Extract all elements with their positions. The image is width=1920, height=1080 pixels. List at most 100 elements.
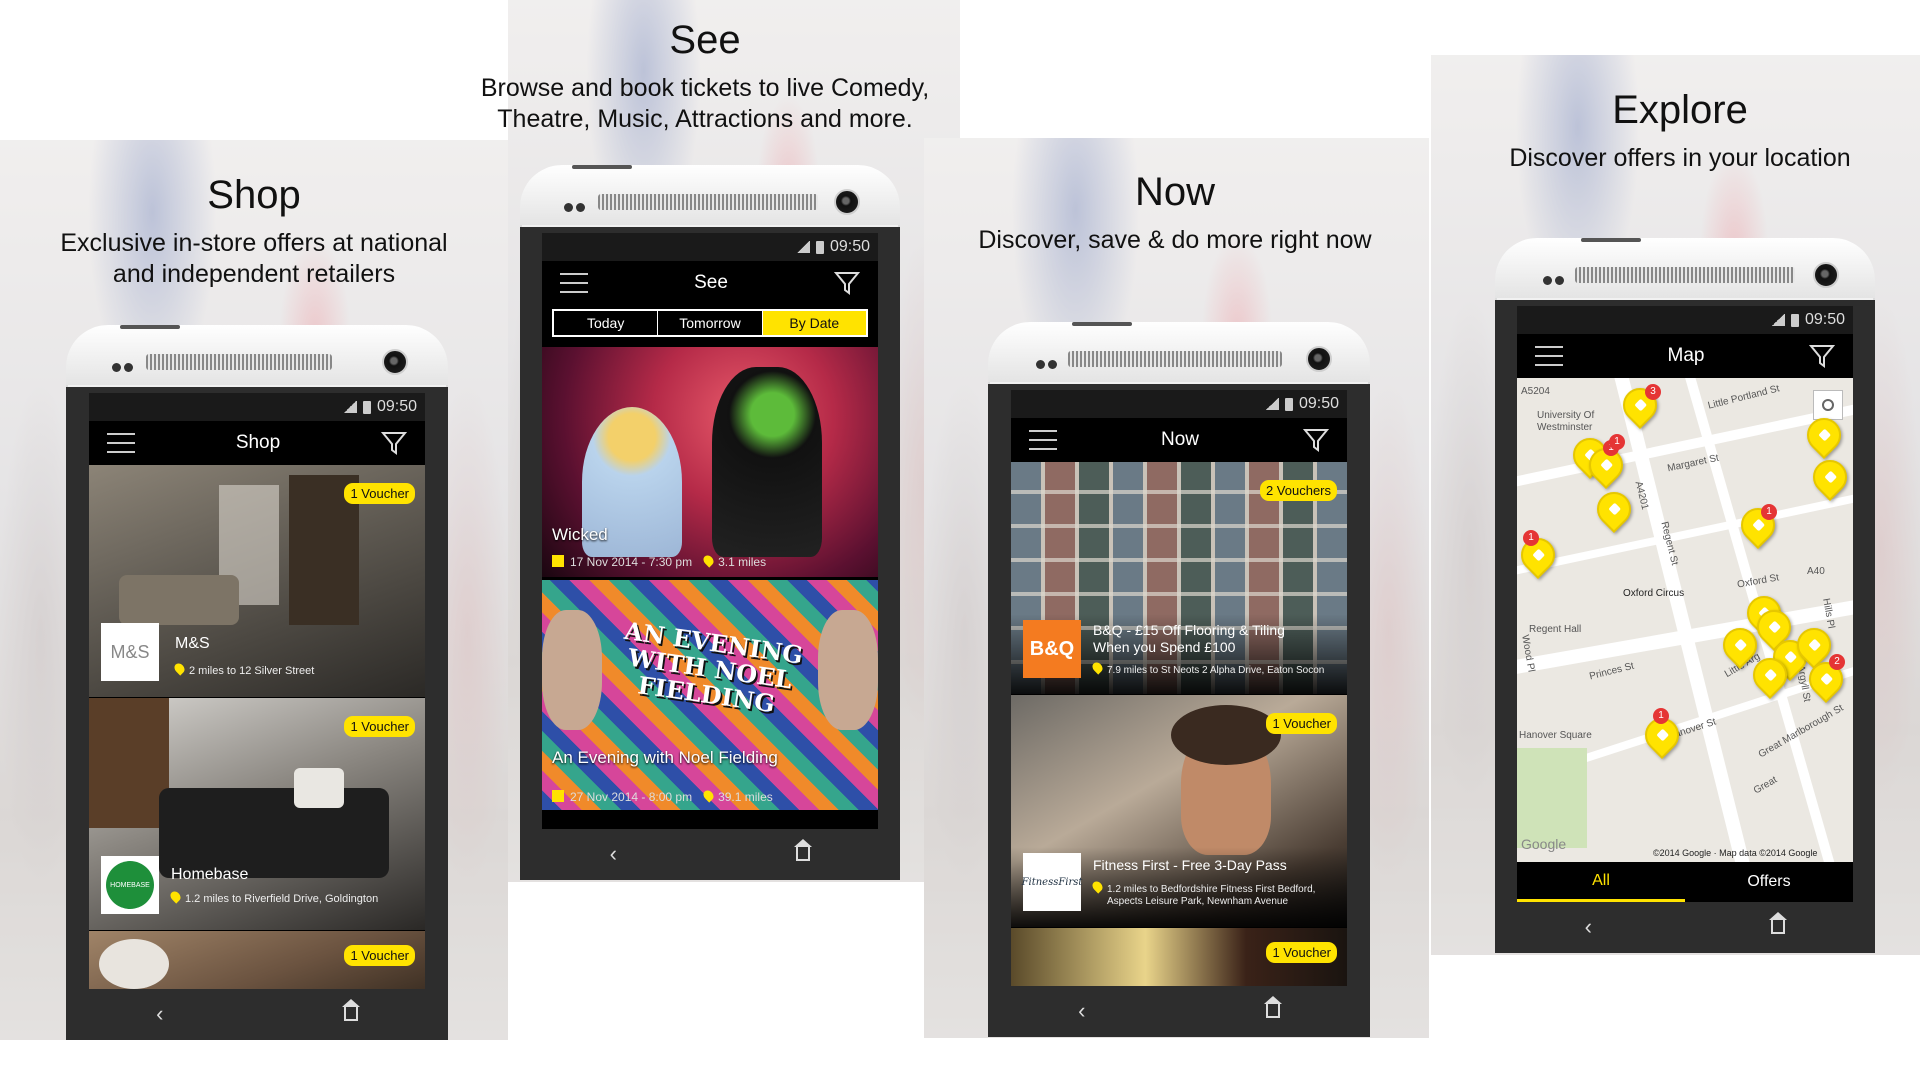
phone-camera [834,189,860,215]
event-card[interactable]: Wicked 17 Nov 2014 - 7:30 pm 3.1 miles [542,347,878,577]
shop-phone: 09:50 Shop 1 Voucher M&S M&S 2 miles to … [66,325,448,1040]
phone-notch [1072,322,1132,326]
offer-name: M&S [175,635,210,652]
map-pin[interactable] [1589,484,1639,534]
cluster-badge: 1 [1609,434,1625,450]
event-card[interactable]: AN EVENING WITH NOEL FIELDING An Evening… [542,580,878,810]
tab-all[interactable]: All [1517,862,1685,902]
panel-heading: Shop [207,173,301,217]
signal-icon [795,241,810,253]
map-pin[interactable] [1805,452,1853,502]
street-label: University Of [1537,410,1595,421]
offer-card[interactable]: 1 Voucher FitnessFirst Fitness First - F… [1011,695,1347,927]
phone-speaker [1068,351,1282,367]
battery-icon [362,400,371,414]
app-bar: Shop [89,421,425,465]
phone-sensors [564,199,590,212]
battery-icon [1284,397,1293,411]
voucher-badge: 2 Vouchers [1259,480,1337,501]
filter-icon[interactable] [834,270,860,296]
phone-notch [1581,238,1641,242]
event-title: An Evening with Noel Fielding [552,748,778,767]
offer-card[interactable]: 1 Voucher M&S M&S 2 miles to 12 Silver S… [89,465,425,697]
back-icon[interactable]: ‹ [156,1001,163,1027]
map-view[interactable]: A5204 University Of Westminster Little P… [1517,378,1853,862]
tab-today[interactable]: Today [554,311,659,335]
home-icon[interactable] [1769,912,1788,934]
signal-icon [1264,398,1279,410]
offer-card[interactable]: 1 Voucher [89,931,425,989]
menu-icon[interactable] [1029,430,1057,450]
street-label: A5204 [1521,386,1550,397]
filter-icon[interactable] [381,430,407,456]
elphaba-figure [712,367,822,557]
menu-icon[interactable] [1535,346,1563,366]
offer-name: B&Q - £15 Off Flooring & Tiling When you … [1093,622,1285,655]
tab-by-date[interactable]: By Date [762,311,866,335]
calendar-icon [552,555,564,567]
event-date: 27 Nov 2014 - 8:00 pm [570,790,693,804]
voucher-badge: 1 Voucher [344,483,415,504]
street-label: Oxford Circus [1623,588,1685,599]
my-location-button[interactable] [1813,390,1843,420]
shop-panel-title: Shop Exclusive in-store offers at nation… [0,173,508,290]
battery-icon [1790,313,1799,327]
map-attribution[interactable]: ©2014 Google · Map data ©2014 Google [1653,848,1817,858]
event-meta: 17 Nov 2014 - 7:30 pm 3.1 miles [552,553,767,569]
filter-icon[interactable] [1809,343,1835,369]
coffee-cup [99,939,169,989]
menu-icon[interactable] [107,433,135,453]
panel-subtitle: Discover, save & do more right now [978,226,1372,254]
brand-logo: B&Q [1023,620,1081,678]
see-screen: 09:50 See Today Tomorrow By Date Wicked [542,233,878,829]
explore-panel-title: Explore Discover offers in your location [1440,88,1920,174]
event-date: 17 Nov 2014 - 7:30 pm [570,555,693,569]
phone-speaker [146,354,332,370]
phone-camera [1813,262,1839,288]
offer-card[interactable]: 2 Vouchers B&Q B&Q - £15 Off Flooring & … [1011,462,1347,694]
back-icon[interactable]: ‹ [610,841,617,867]
location-pin-icon [172,661,187,676]
event-title: Wicked [552,525,608,544]
status-bar: 09:50 [1517,306,1853,334]
app-bar: Now [1011,418,1347,462]
signal-icon [1770,314,1785,326]
app-bar: See [542,261,878,305]
cluster-badge: 2 [1829,654,1845,670]
home-icon[interactable] [794,839,813,861]
home-icon[interactable] [341,999,360,1021]
offer-card[interactable]: 1 Voucher HOMEBASE Homebase 1.2 miles to… [89,698,425,930]
phone-sensors [1036,356,1062,369]
back-icon[interactable]: ‹ [1585,914,1592,940]
voucher-badge: 1 Voucher [1266,713,1337,734]
explore-screen: 09:50 Map A5204 University Of Westminste… [1517,306,1853,902]
event-distance: 3.1 miles [718,555,767,569]
location-pin-icon [1090,879,1105,894]
status-time: 09:50 [376,398,417,415]
phone-speaker [1575,267,1795,283]
location-pin-icon [168,889,183,904]
see-phone: 09:50 See Today Tomorrow By Date Wicked [520,165,900,880]
location-pin-icon [1090,660,1105,675]
park-area [1517,748,1587,848]
app-title: Now [1160,429,1199,450]
phone-notch [572,165,632,169]
home-icon[interactable] [1263,996,1282,1018]
explore-phone: 09:50 Map A5204 University Of Westminste… [1495,238,1875,953]
menu-icon[interactable] [560,273,588,293]
back-icon[interactable]: ‹ [1078,998,1085,1024]
offer-address: 1.2 miles to Bedfordshire Fitness First … [1090,879,1315,908]
tab-offers[interactable]: Offers [1685,862,1853,902]
android-nav-bar: ‹ [520,829,900,879]
offer-address: 7.9 miles to St Neots 2 Alpha Drive, Eat… [1090,660,1324,676]
filter-icon[interactable] [1302,427,1329,453]
date-tabs-container: Today Tomorrow By Date [542,305,878,347]
status-time: 09:50 [1298,395,1339,412]
panel-subtitle: Discover offers in your location [1509,144,1851,172]
crosshair-icon [1822,399,1834,411]
app-title: See [694,272,728,293]
road [1517,486,1853,578]
street-label: Westminster [1537,422,1593,433]
offer-card[interactable]: 1 Voucher [1011,928,1347,986]
tab-tomorrow[interactable]: Tomorrow [658,311,763,335]
